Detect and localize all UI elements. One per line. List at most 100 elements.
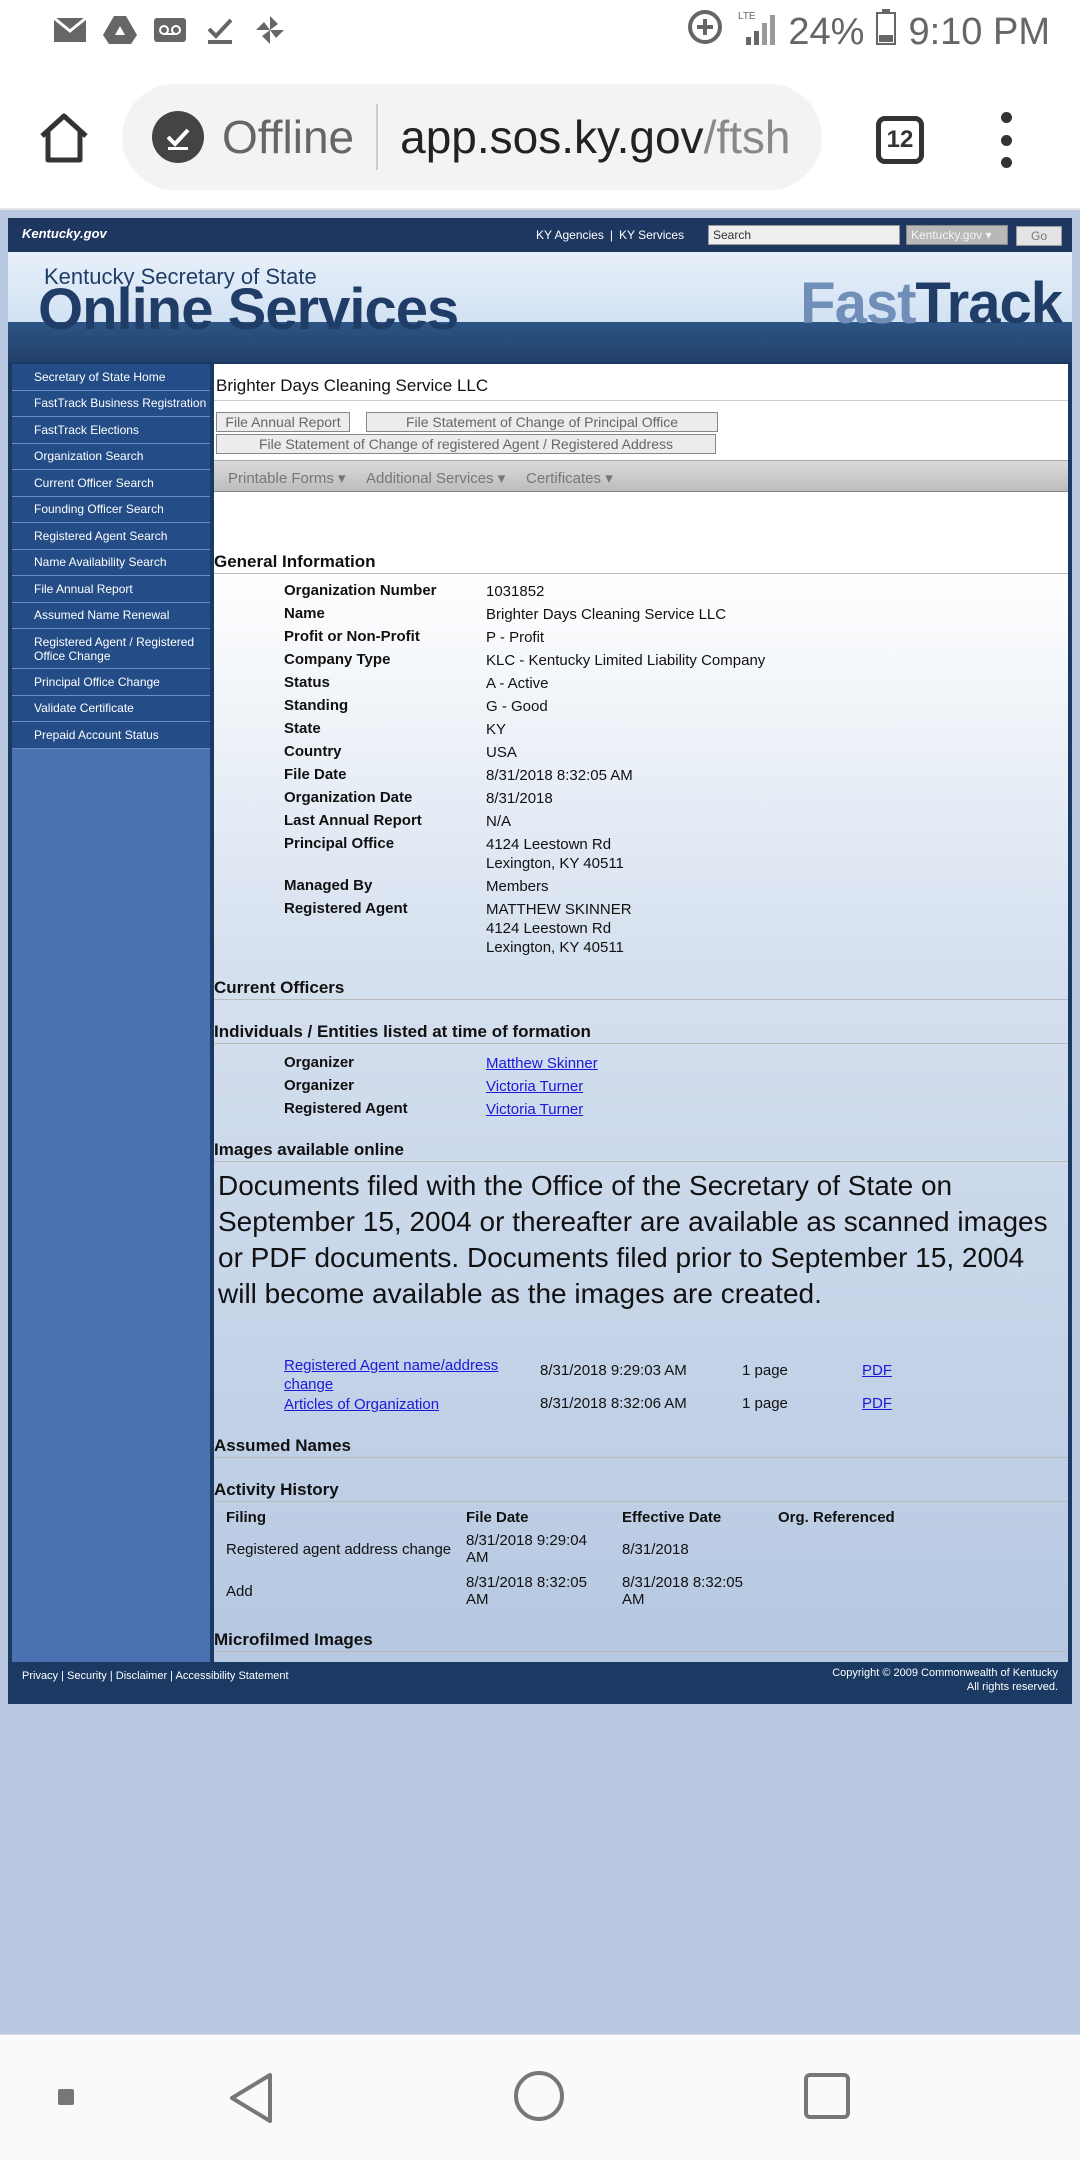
battery-icon — [876, 9, 897, 55]
field-value: 1031852 — [486, 583, 545, 600]
url-divider — [376, 104, 379, 170]
url-host: app.sos.ky.gov — [400, 111, 704, 163]
field-label: File Date — [284, 766, 347, 783]
document-pages: 1 page — [742, 1395, 788, 1412]
overflow-menu-icon[interactable] — [998, 112, 1014, 168]
fasttrack-logo: FastTrack — [800, 270, 1063, 337]
section-divider — [214, 999, 1068, 1000]
document-pdf-link[interactable]: PDF — [862, 1362, 892, 1379]
field-value: 4124 Leestown Rd Lexington, KY 40511 — [486, 836, 624, 872]
document-link[interactable]: Articles of Organization — [284, 1395, 439, 1414]
back-icon[interactable] — [226, 2071, 276, 2130]
activity-col-filing: Filing — [226, 1509, 266, 1526]
additional-services-menu[interactable]: Additional Services ▾ — [366, 469, 505, 487]
sidebar-item-business-registration[interactable]: FastTrack Business Registration — [12, 390, 210, 417]
go-button[interactable]: Go — [1016, 226, 1062, 246]
activity-filing: Registered agent address change — [226, 1541, 452, 1558]
sidebar-item-validate-certificate[interactable]: Validate Certificate — [12, 695, 210, 722]
site-select[interactable]: Kentucky.gov ▾ — [906, 225, 1008, 245]
title-divider — [214, 400, 1068, 401]
sidebar-item-sos-home[interactable]: Secretary of State Home — [12, 364, 210, 391]
document-date: 8/31/2018 9:29:03 AM — [540, 1362, 687, 1379]
privacy-link[interactable]: Privacy — [22, 1670, 58, 1682]
field-value: Brighter Days Cleaning Service LLC — [486, 606, 727, 623]
home-icon[interactable] — [36, 110, 92, 166]
formation-person-link[interactable]: Victoria Turner — [486, 1100, 583, 1119]
change-registered-agent-button[interactable]: File Statement of Change of registered A… — [216, 434, 716, 454]
sidebar-item-file-annual-report[interactable]: File Annual Report — [12, 576, 210, 603]
search-input[interactable]: Search — [708, 225, 900, 245]
document-pages: 1 page — [742, 1362, 788, 1379]
field-label: Last Annual Report — [284, 812, 422, 829]
section-divider — [214, 1161, 1068, 1162]
general-information-heading: General Information — [214, 552, 376, 571]
tab-switcher-button[interactable]: 12 — [876, 116, 924, 164]
sidebar-item-assumed-name-renewal[interactable]: Assumed Name Renewal — [12, 602, 210, 629]
page-footer: Privacy | Security | Disclaimer | Access… — [12, 1662, 1068, 1700]
field-label: Managed By — [284, 877, 373, 894]
top-nav: Kentucky.gov KY Agencies | KY Services S… — [8, 218, 1072, 252]
site-banner: Kentucky Secretary of State Online Servi… — [8, 252, 1072, 362]
download-done-icon — [202, 12, 238, 48]
sidebar-item-agent-office-change[interactable]: Registered Agent / Registered Office Cha… — [12, 629, 210, 669]
sidebar-item-principal-office-change[interactable]: Principal Office Change — [12, 669, 210, 696]
field-value: G - Good — [486, 698, 548, 715]
document-pdf-link[interactable]: PDF — [862, 1395, 892, 1412]
activity-filing: Add — [226, 1583, 253, 1600]
disclaimer-link[interactable]: Disclaimer — [116, 1670, 167, 1682]
change-principal-office-button[interactable]: File Statement of Change of Principal Of… — [366, 412, 718, 432]
offline-label: Offline — [222, 111, 355, 163]
formation-person-link[interactable]: Victoria Turner — [486, 1077, 583, 1096]
sidebar-item-organization-search[interactable]: Organization Search — [12, 443, 210, 470]
activity-file-date: 8/31/2018 8:32:05 AM — [466, 1574, 587, 1608]
section-divider — [214, 1651, 1068, 1652]
ky-agencies-link[interactable]: KY Agencies — [536, 228, 604, 242]
formation-person-link[interactable]: Matthew Skinner — [486, 1054, 598, 1073]
formation-role: Organizer — [284, 1077, 355, 1094]
battery-percent: 24% — [788, 10, 865, 53]
file-annual-report-button[interactable]: File Annual Report — [216, 412, 350, 432]
field-label: Principal Office — [284, 835, 395, 852]
field-label: Profit or Non-Profit — [284, 628, 420, 645]
certificates-menu[interactable]: Certificates ▾ — [526, 469, 613, 487]
url-path: /ftsh — [703, 111, 791, 163]
document-link[interactable]: Registered Agent name/address change — [284, 1356, 524, 1394]
security-link[interactable]: Security — [67, 1670, 107, 1682]
offline-check-icon — [152, 111, 204, 163]
field-label: Standing — [284, 697, 349, 714]
field-label: Country — [284, 743, 342, 760]
printable-forms-menu[interactable]: Printable Forms ▾ — [228, 469, 346, 487]
sidebar-item-founding-officer-search[interactable]: Founding Officer Search — [12, 496, 210, 523]
accessibility-link[interactable]: Accessibility Statement — [176, 1670, 289, 1682]
ky-services-link[interactable]: KY Services — [619, 228, 684, 242]
nav-separator: | — [609, 228, 613, 242]
sidebar-item-current-officer-search[interactable]: Current Officer Search — [12, 470, 210, 497]
section-divider — [214, 1043, 1068, 1044]
section-divider — [214, 1501, 1068, 1502]
activity-history-heading: Activity History — [214, 1480, 339, 1499]
svg-text:LTE: LTE — [738, 11, 756, 22]
data-saver-icon — [686, 8, 724, 56]
field-value: P - Profit — [486, 629, 545, 646]
sidebar-item-prepaid-account-status[interactable]: Prepaid Account Status — [12, 722, 210, 749]
kentucky-gov-logo[interactable]: Kentucky.gov — [22, 226, 107, 241]
field-label: Company Type — [284, 651, 391, 668]
sidebar-item-elections[interactable]: FastTrack Elections — [12, 417, 210, 444]
current-officers-heading: Current Officers — [214, 978, 345, 997]
activity-effective-date: 8/31/2018 — [622, 1541, 689, 1558]
stop-icon[interactable] — [58, 2089, 74, 2105]
field-label: Organization Date — [284, 789, 413, 806]
home-nav-icon[interactable] — [514, 2071, 564, 2121]
recents-icon[interactable] — [804, 2073, 850, 2119]
main-content: Brighter Days Cleaning Service LLC File … — [214, 364, 1068, 1662]
web-page: Kentucky.gov KY Agencies | KY Services S… — [8, 218, 1072, 1704]
copyright-text: Copyright © 2009 Commonwealth of Kentuck… — [832, 1667, 1058, 1679]
field-label: Organization Number — [284, 582, 437, 599]
section-divider — [214, 573, 1068, 574]
sidebar-item-registered-agent-search[interactable]: Registered Agent Search — [12, 523, 210, 550]
system-nav-bar — [0, 2034, 1080, 2160]
org-title: Brighter Days Cleaning Service LLC — [216, 376, 489, 395]
address-bar[interactable]: Offline app.sos.ky.gov/ftsh — [122, 84, 822, 190]
activity-effective-date: 8/31/2018 8:32:05 AM — [622, 1574, 743, 1608]
sidebar-item-name-availability-search[interactable]: Name Availability Search — [12, 549, 210, 576]
